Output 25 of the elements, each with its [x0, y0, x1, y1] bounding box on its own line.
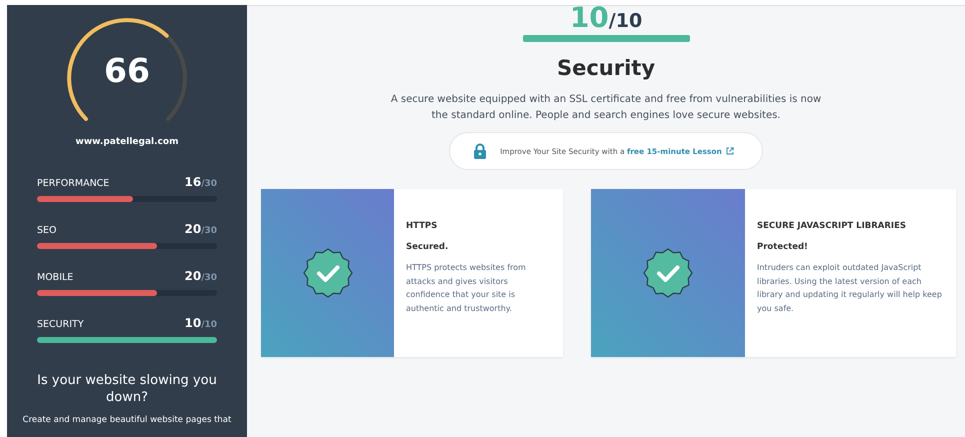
- card-status: Secured.: [406, 242, 450, 252]
- card-title: SECURE JAVASCRIPT LIBRARIES: [757, 221, 907, 231]
- section-title: Security: [556, 56, 656, 80]
- metric-score: 20/30: [184, 222, 217, 236]
- metric-label: SEO: [37, 225, 57, 236]
- card-text: HTTPS protects websites from attacks and gives visitors confidence that your site is authentic and trustworthy.: [406, 262, 527, 315]
- lock-icon: [472, 143, 488, 159]
- card-status: Protected!: [757, 242, 809, 252]
- promo-text: Create and manage beautiful website pages that: [22, 414, 232, 425]
- metric-score: 16/30: [184, 175, 217, 189]
- card-text: Intruders can exploit outdated JavaScript libraries. Using the latest version of each library and updating it regularly will help keep you safe.: [757, 262, 942, 315]
- metric-label: SECURITY: [37, 319, 84, 330]
- check-badge-icon: [302, 248, 352, 298]
- check-badge-icon: [643, 248, 693, 298]
- promo-heading: Is your website slowing you down?: [37, 373, 217, 407]
- metric-label: MOBILE: [37, 272, 74, 283]
- site-url: www.patellegal.com: [76, 137, 178, 147]
- metric-label: PERFORMANCE: [37, 178, 110, 189]
- section-description: A secure website equipped with an SSL certificate and free from vulnerabilities is now the standard online. People and search engines love secure websites.: [390, 93, 822, 123]
- external-link-icon: [726, 147, 734, 155]
- security-score: 10/10: [570, 4, 642, 32]
- card-title: HTTPS: [406, 221, 438, 231]
- metric-score: 20/30: [184, 269, 217, 283]
- metric-score: 10/10: [184, 316, 217, 330]
- overall-score: 66: [104, 54, 150, 87]
